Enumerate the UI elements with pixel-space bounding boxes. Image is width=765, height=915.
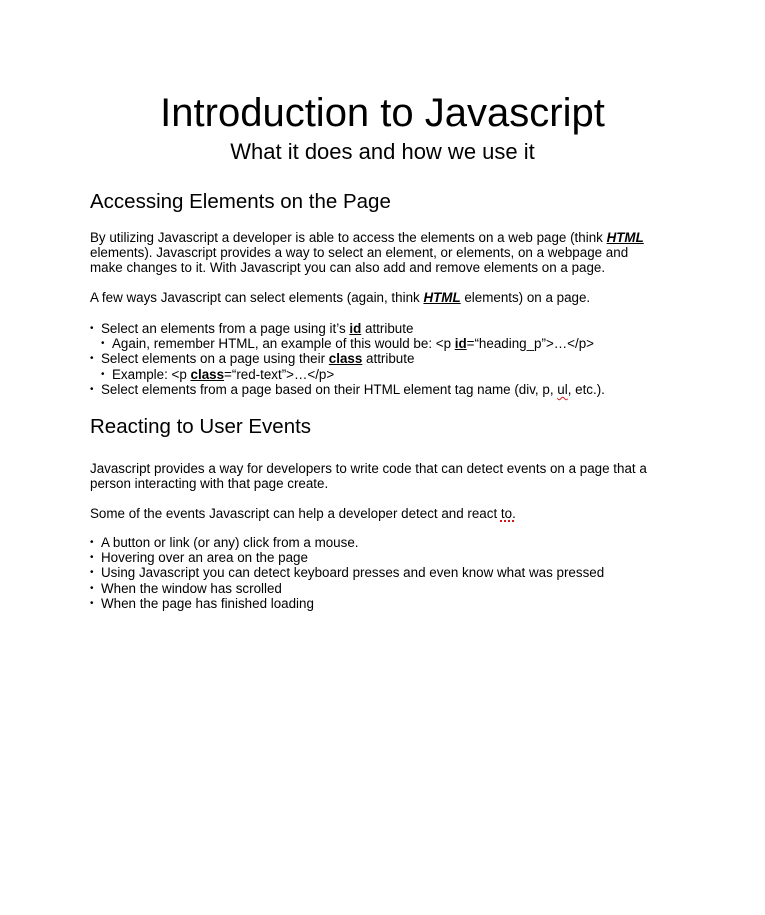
list-item-text: Using Javascript you can detect keyboard… <box>101 565 605 581</box>
list-item-text: Example: <p <box>112 366 191 382</box>
para-text: Some of the events Javascript can help a… <box>90 506 501 521</box>
list-item: • When the page has finished loading <box>90 596 604 611</box>
list-item-text: Select an elements from a page using it’… <box>101 321 350 336</box>
list-item: • Hovering over an area on the page <box>90 550 604 565</box>
bullet-icon: • <box>101 338 105 350</box>
list-item-text: , etc.). <box>567 381 605 397</box>
para1-line-3: make changes to it. With Javascript you … <box>90 260 606 275</box>
bullet-icon: • <box>90 323 94 334</box>
bullet-icon: • <box>90 552 94 564</box>
list-item-text: Select elements on a page using their <box>101 351 329 367</box>
list-item-text: attribute <box>362 351 415 367</box>
bullet-icon: • <box>90 537 94 548</box>
list-item-text: When the page has finished loading <box>101 595 314 611</box>
section-heading-reacting-events: Reacting to User Events <box>90 415 312 438</box>
list-item-text: When the window has scrolled <box>101 580 282 596</box>
bullet-icon: • <box>90 597 94 609</box>
list-item-text: Again, remember HTML, an example of this… <box>112 336 455 352</box>
para2-text-end: elements) on a page. <box>460 290 591 305</box>
class-keyword: class <box>328 351 363 367</box>
class-keyword: class <box>190 366 225 382</box>
para2-text-start: A few ways Javascript can select element… <box>90 290 424 305</box>
page-title: Introduction to Javascript <box>160 91 605 135</box>
section1-paragraph-1: By utilizing Javascript a developer is a… <box>90 230 680 275</box>
section2-paragraph-2: Some of the events Javascript can help a… <box>90 506 680 521</box>
selection-methods-list: • Select an elements from a page using it… <box>90 321 605 397</box>
para-line-2: person interacting with that page create… <box>90 476 329 491</box>
id-keyword: id <box>349 321 362 336</box>
grammar-marked-word[interactable]: to. <box>501 506 516 521</box>
list-item: • When the window has scrolled <box>90 581 604 596</box>
id-keyword: id <box>454 336 467 352</box>
bullet-icon: • <box>90 567 94 579</box>
para1-text: By utilizing Javascript a developer is a… <box>90 230 607 245</box>
list-item-select-by-class: • Select elements on a page using their c… <box>90 351 605 366</box>
bullet-icon: • <box>90 353 94 365</box>
page-subtitle: What it does and how we use it <box>230 139 535 164</box>
list-item-text: A button or link (or any) click from a m… <box>101 535 359 550</box>
list-item-text: Select elements from a page based on the… <box>101 381 558 397</box>
bullet-icon: • <box>101 368 105 380</box>
para-line-1: Javascript provides a way for developers… <box>90 461 647 476</box>
bullet-icon: • <box>90 582 94 594</box>
list-item-text: =“red-text”>…</p> <box>224 366 335 382</box>
list-subitem-class-example: • Example: <p class=“red-text”>…</p> <box>90 367 605 382</box>
list-item-text: attribute <box>361 321 414 336</box>
para1-line-2: elements). Javascript provides a way to … <box>90 245 629 260</box>
list-item-select-by-id: • Select an elements from a page using it… <box>90 321 605 336</box>
section2-paragraph-1: Javascript provides a way for developers… <box>90 461 680 491</box>
list-item-text: Hovering over an area on the page <box>101 550 308 566</box>
list-item: • Using Javascript you can detect keyboar… <box>90 565 604 580</box>
section-heading-accessing-elements: Accessing Elements on the Page <box>90 190 391 213</box>
spellcheck-marked-word[interactable]: ul <box>557 382 567 397</box>
user-events-list: • A button or link (or any) click from a … <box>90 535 604 611</box>
html-emphasis: HTML <box>606 230 644 245</box>
para1-line-1: By utilizing Javascript a developer is a… <box>90 230 644 245</box>
list-item: • A button or link (or any) click from a … <box>90 535 604 550</box>
list-item-select-by-tag: • Select elements from a page based on th… <box>90 382 605 397</box>
html-emphasis-2: HTML <box>423 290 461 305</box>
section1-paragraph-2: A few ways Javascript can select element… <box>90 290 680 305</box>
list-subitem-id-example: • Again, remember HTML, an example of thi… <box>90 336 605 351</box>
bullet-icon: • <box>90 383 94 395</box>
list-item-text: =“heading_p”>…</p> <box>466 336 594 352</box>
